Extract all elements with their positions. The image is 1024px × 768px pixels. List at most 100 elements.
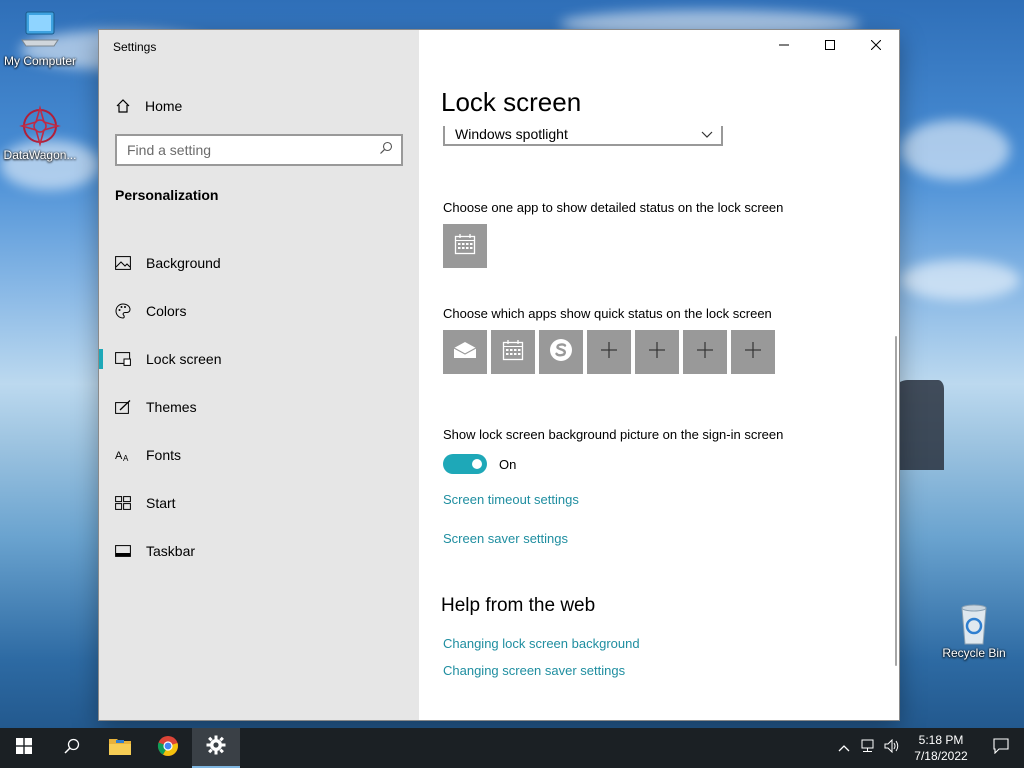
palette-icon: [115, 303, 146, 319]
plus-icon: [745, 341, 761, 363]
desktop-icon-label: My Computer: [3, 54, 77, 68]
sidebar-item-label: Colors: [146, 303, 187, 319]
desktop-icon-label: Recycle Bin: [942, 646, 1006, 660]
quick-status-add-slot-3[interactable]: [683, 330, 727, 374]
toggle-knob: [472, 459, 482, 469]
taskbar: 5:18 PM 7/18/2022: [0, 728, 1024, 768]
signin-background-toggle[interactable]: [443, 454, 487, 474]
close-icon: [870, 37, 882, 55]
desktop-icon-my-computer[interactable]: My Computer: [0, 10, 80, 68]
minimize-button[interactable]: [761, 30, 807, 62]
sidebar-item-lock-screen[interactable]: Lock screen: [99, 335, 419, 383]
signin-background-label: Show lock screen background picture on t…: [443, 427, 784, 442]
help-link-screen-saver[interactable]: Changing screen saver settings: [443, 663, 625, 678]
datawagon-icon: [18, 104, 62, 147]
folder-icon: [108, 736, 132, 761]
calendar-icon: [454, 233, 476, 260]
sidebar-item-label: Taskbar: [146, 543, 196, 559]
taskbar-icon: [115, 545, 146, 557]
action-center-button[interactable]: [978, 728, 1024, 768]
settings-window: Settings Home Personalization Background: [99, 30, 899, 720]
network-button[interactable]: [856, 728, 880, 768]
start-icon: [115, 496, 146, 510]
sidebar-item-label: Start: [146, 495, 176, 511]
windows-logo-icon: [16, 737, 32, 759]
content-pane: Lock screen Windows spotlight Choose one…: [419, 30, 899, 720]
settings-taskbar-button[interactable]: [192, 728, 240, 768]
svg-text:A: A: [123, 454, 129, 462]
chrome-button[interactable]: [144, 728, 192, 768]
sidebar-item-themes[interactable]: Themes: [99, 383, 419, 431]
volume-button[interactable]: [880, 728, 904, 768]
svg-text:A: A: [115, 450, 123, 462]
clock[interactable]: 5:18 PM 7/18/2022: [904, 728, 978, 768]
brush-icon: [115, 400, 146, 414]
background-dropdown[interactable]: Windows spotlight: [443, 126, 723, 146]
detailed-status-app-calendar[interactable]: [443, 224, 487, 268]
sidebar-item-colors[interactable]: Colors: [99, 287, 419, 335]
quick-status-app-mail[interactable]: [443, 330, 487, 374]
sidebar-item-taskbar[interactable]: Taskbar: [99, 527, 419, 575]
screen-timeout-link[interactable]: Screen timeout settings: [443, 492, 579, 507]
dropdown-value: Windows spotlight: [455, 126, 568, 142]
file-explorer-button[interactable]: [96, 728, 144, 768]
show-hidden-icons-button[interactable]: [832, 728, 856, 768]
sidebar-item-label: Lock screen: [146, 351, 222, 367]
sidebar-item-home[interactable]: Home: [115, 92, 395, 120]
recycle-bin-icon: [952, 602, 996, 645]
close-button[interactable]: [853, 30, 899, 62]
sidebar-nav: Background Colors Lock screen Themes A A…: [99, 239, 419, 575]
chevron-up-icon: [838, 739, 850, 757]
chevron-down-icon: [701, 126, 713, 142]
minimize-icon: [779, 37, 789, 55]
sidebar-item-label: Themes: [146, 399, 197, 415]
sidebar-item-background[interactable]: Background: [99, 239, 419, 287]
detailed-status-label: Choose one app to show detailed status o…: [443, 200, 784, 215]
help-link-lock-screen-background[interactable]: Changing lock screen background: [443, 636, 640, 651]
lock-screen-icon: [115, 352, 146, 366]
start-button[interactable]: [0, 728, 48, 768]
chrome-icon: [157, 735, 179, 762]
maximize-icon: [825, 37, 835, 55]
search-input[interactable]: [127, 142, 379, 158]
sidebar-item-start[interactable]: Start: [99, 479, 419, 527]
speaker-icon: [884, 738, 900, 758]
page-title: Lock screen: [441, 87, 582, 117]
quick-status-add-slot-2[interactable]: [635, 330, 679, 374]
sidebar: Settings Home Personalization Background: [99, 30, 419, 720]
plus-icon: [649, 341, 665, 363]
network-icon: [860, 739, 876, 758]
picture-icon: [115, 256, 146, 270]
sidebar-item-label: Background: [146, 255, 221, 271]
desktop-icon-datawagon[interactable]: DataWagon...: [0, 104, 80, 162]
gear-icon: [206, 735, 226, 760]
mail-icon: [453, 341, 477, 364]
sidebar-item-label: Home: [145, 98, 183, 114]
quick-status-add-slot-1[interactable]: [587, 330, 631, 374]
search-icon[interactable]: [379, 141, 393, 160]
clock-date: 7/18/2022: [914, 749, 968, 763]
search-button[interactable]: [48, 728, 96, 768]
plus-icon: [697, 341, 713, 363]
desktop-icon-label: DataWagon...: [3, 148, 77, 162]
system-tray: 5:18 PM 7/18/2022: [832, 728, 1024, 768]
window-controls: [761, 30, 899, 62]
scrollbar[interactable]: [895, 336, 897, 666]
quick-status-label: Choose which apps show quick status on t…: [443, 306, 772, 321]
maximize-button[interactable]: [807, 30, 853, 62]
quick-status-add-slot-4[interactable]: [731, 330, 775, 374]
sidebar-item-label: Fonts: [146, 447, 182, 463]
notification-icon: [993, 737, 1009, 759]
quick-status-app-calendar[interactable]: [491, 330, 535, 374]
clock-time: 5:18 PM: [918, 733, 964, 747]
skype-icon: [548, 337, 574, 368]
search-icon: [64, 738, 80, 759]
window-title: Settings: [113, 40, 157, 54]
quick-status-app-skype[interactable]: [539, 330, 583, 374]
screen-saver-link[interactable]: Screen saver settings: [443, 531, 568, 546]
sidebar-item-fonts[interactable]: AA Fonts: [99, 431, 419, 479]
desktop-icon-recycle-bin[interactable]: Recycle Bin: [934, 602, 1014, 660]
home-icon: [115, 98, 145, 114]
fonts-icon: AA: [115, 448, 146, 462]
plus-icon: [601, 341, 617, 363]
